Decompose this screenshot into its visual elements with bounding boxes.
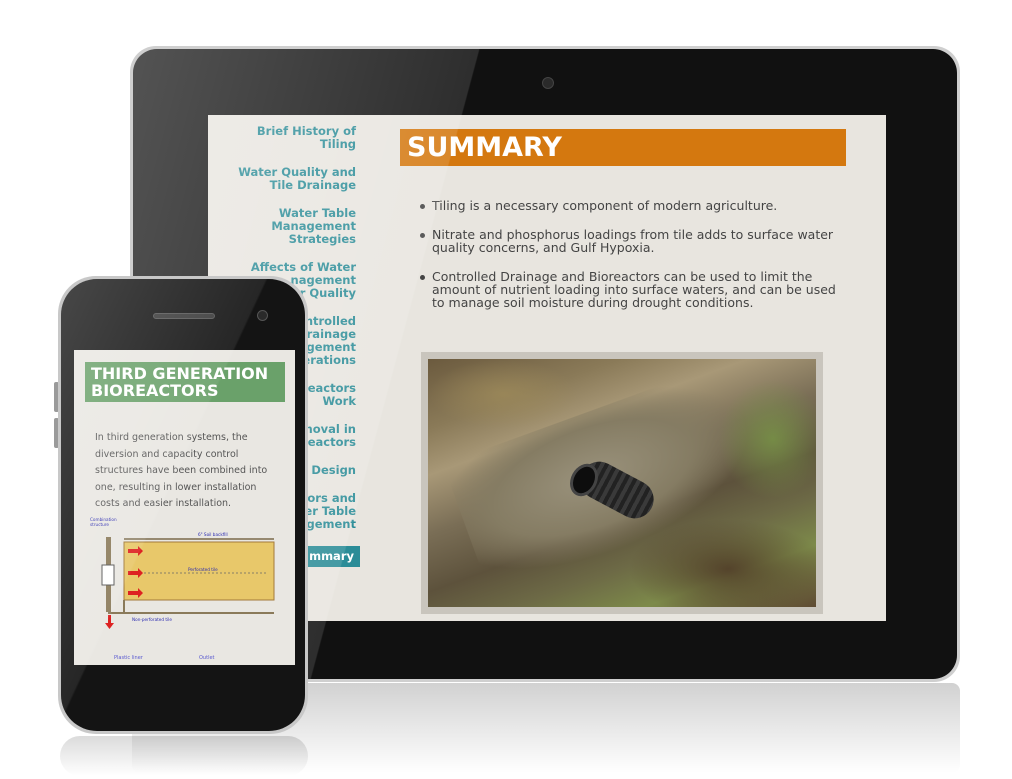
phone-bezel: THIRD GENERATION BIOREACTORS In third ge… bbox=[61, 279, 305, 731]
flow-arrow-icon bbox=[105, 615, 114, 629]
photo-frame bbox=[421, 352, 823, 614]
photo-mud bbox=[628, 519, 816, 607]
nav-label-line: Tile Drainage bbox=[269, 178, 356, 192]
diagram-label: structure bbox=[90, 522, 109, 527]
nav-item-water-table-management[interactable]: Water Table Management Strategies bbox=[208, 207, 360, 246]
diagram-footer-labels: Plastic liner Outlet bbox=[114, 655, 264, 663]
diagram-label: Outlet bbox=[199, 655, 215, 661]
bioreactor-diagram: Combination structure 6" Soil backfill P… bbox=[90, 517, 275, 629]
bullet-item: Nitrate and phosphorus loadings from til… bbox=[420, 228, 840, 254]
nav-item-water-quality[interactable]: Water Quality and Tile Drainage bbox=[208, 166, 360, 192]
phone-page-title: THIRD GENERATION BIOREACTORS bbox=[85, 362, 285, 402]
phone-title-line: BIOREACTORS bbox=[91, 381, 219, 400]
nav-label-line: Tiling bbox=[319, 137, 356, 151]
phone-body-text: In third generation systems, the diversi… bbox=[95, 432, 268, 509]
summary-bullet-list: Tiling is a necessary component of moder… bbox=[420, 199, 840, 325]
diagram-label: 6" Soil backfill bbox=[198, 532, 228, 537]
phone-speaker bbox=[153, 313, 215, 319]
tablet-camera-icon bbox=[542, 77, 554, 89]
nav-label-line: Brief History of bbox=[256, 124, 356, 138]
page-title: SUMMARY bbox=[400, 129, 846, 166]
nav-label-line: Affects of Water bbox=[250, 260, 356, 274]
nav-label-line: Water Quality and bbox=[238, 165, 356, 179]
drainage-photo bbox=[428, 359, 816, 607]
photo-grass bbox=[718, 379, 816, 499]
phone-device: THIRD GENERATION BIOREACTORS In third ge… bbox=[58, 276, 308, 734]
combination-structure bbox=[101, 564, 115, 586]
nav-label-line: Management bbox=[271, 219, 356, 233]
photo-grass bbox=[428, 359, 578, 429]
diagram-label: Perforated tile bbox=[188, 567, 218, 572]
nav-label-line: nagement bbox=[290, 273, 356, 287]
nav-label-line: Strategies bbox=[288, 232, 356, 246]
bullet-item: Controlled Drainage and Bioreactors can … bbox=[420, 270, 840, 309]
nav-item-brief-history[interactable]: Brief History of Tiling bbox=[208, 125, 360, 151]
nav-label-line: mmary bbox=[309, 549, 354, 563]
nav-label-line: moval in bbox=[300, 422, 356, 436]
bullet-item: Tiling is a necessary component of moder… bbox=[420, 199, 840, 212]
diagram-label: Plastic liner bbox=[114, 655, 143, 661]
nav-label-line: Work bbox=[322, 394, 357, 408]
phone-camera-icon bbox=[257, 310, 268, 321]
phone-reflection bbox=[60, 736, 308, 776]
tablet-screen: Brief History of Tiling Water Quality an… bbox=[208, 115, 886, 621]
phone-screen: THIRD GENERATION BIOREACTORS In third ge… bbox=[74, 350, 295, 665]
nav-label-line: Water Table bbox=[278, 206, 356, 220]
diagram-label: Non-perforated tile bbox=[132, 617, 172, 622]
